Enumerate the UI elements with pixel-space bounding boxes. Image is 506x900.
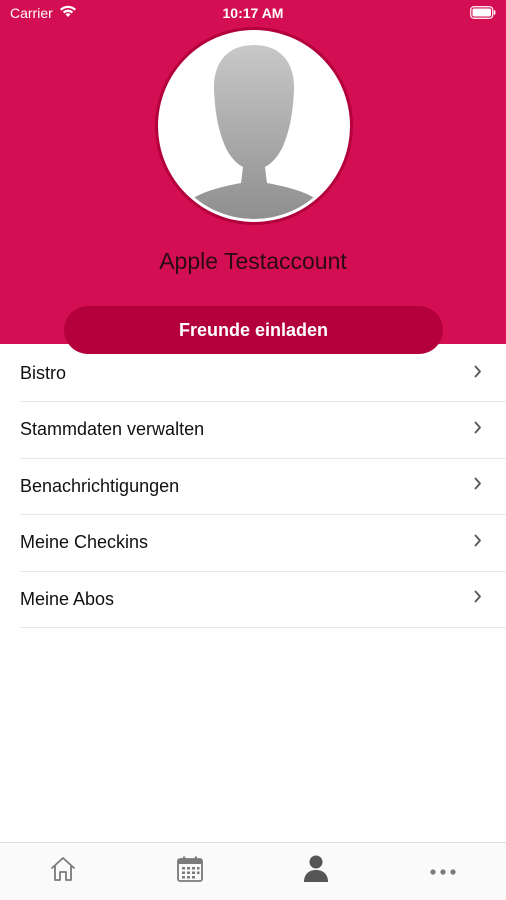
profile-icon bbox=[302, 854, 330, 889]
calendar-icon bbox=[176, 855, 204, 888]
chevron-right-icon bbox=[474, 534, 482, 552]
menu-item-bistro[interactable]: Bistro bbox=[20, 346, 506, 402]
home-icon bbox=[49, 856, 77, 887]
menu-item-label: Meine Checkins bbox=[20, 532, 149, 553]
tab-calendar[interactable] bbox=[127, 843, 254, 900]
profile-name: Apple Testaccount bbox=[159, 248, 347, 274]
avatar[interactable] bbox=[155, 27, 353, 225]
menu-item-abos[interactable]: Meine Abos bbox=[20, 572, 506, 628]
menu-item-stammdaten[interactable]: Stammdaten verwalten bbox=[20, 402, 506, 459]
menu-item-label: Stammdaten verwalten bbox=[20, 419, 205, 440]
menu-item-checkins[interactable]: Meine Checkins bbox=[20, 515, 506, 572]
status-time: 10:17 AM bbox=[222, 5, 284, 21]
menu-item-label: Bistro bbox=[20, 363, 67, 383]
status-bar: Carrier 10:17 AM bbox=[0, 0, 506, 28]
chevron-right-icon bbox=[474, 421, 482, 439]
avatar-placeholder-icon bbox=[161, 33, 347, 219]
tab-more[interactable] bbox=[380, 843, 506, 900]
menu-item-benachrichtigungen[interactable]: Benachrichtigungen bbox=[20, 459, 506, 515]
menu-item-label: Meine Abos bbox=[20, 588, 115, 609]
chevron-right-icon bbox=[474, 365, 482, 383]
chevron-right-icon bbox=[474, 477, 482, 495]
menu-item-label: Benachrichtigungen bbox=[20, 475, 180, 496]
more-icon bbox=[429, 863, 457, 881]
profile-header: Carrier 10:17 AM Apple Testaccount bbox=[0, 0, 506, 344]
tab-profile[interactable] bbox=[253, 843, 380, 900]
tab-home[interactable] bbox=[0, 843, 127, 900]
chevron-right-icon bbox=[474, 590, 482, 608]
settings-menu: Bistro Stammdaten verwalten Benachrichti… bbox=[0, 346, 506, 628]
tab-bar bbox=[0, 842, 506, 900]
battery-icon bbox=[470, 6, 496, 22]
